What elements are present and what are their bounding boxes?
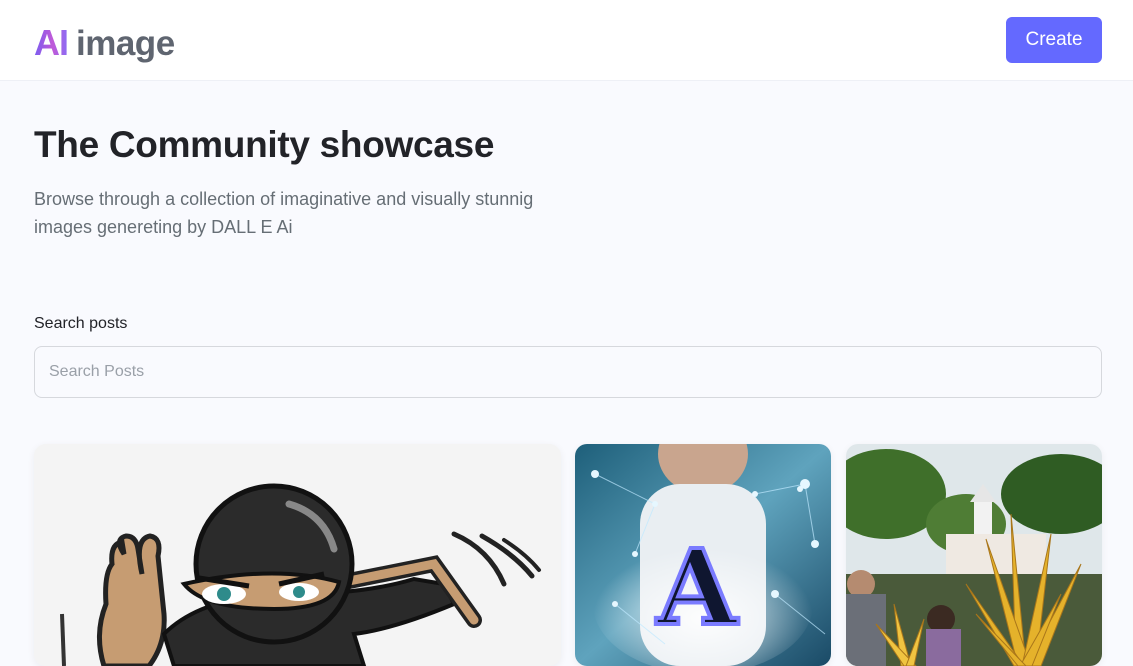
logo-text: image: [76, 24, 175, 63]
page-title: The Community showcase: [34, 124, 495, 165]
ninja-image: [34, 444, 561, 666]
app-logo[interactable]: AI image: [34, 22, 175, 64]
post-card-park[interactable]: [846, 444, 1102, 666]
glowing-letter: A: [656, 526, 739, 649]
logo-mark: AI: [34, 22, 69, 63]
create-button[interactable]: Create: [1006, 17, 1102, 63]
top-navbar: AI image Create: [0, 0, 1133, 81]
description-line-2: images genereting by DALL E Ai: [34, 217, 293, 237]
post-card-letter-a[interactable]: A: [575, 444, 831, 666]
search-label: Search posts: [34, 315, 128, 332]
page-description: Browse through a collection of imaginati…: [34, 185, 634, 241]
description-line-1: Browse through a collection of imaginati…: [34, 189, 534, 209]
post-card-ninja[interactable]: [34, 444, 561, 666]
search-input[interactable]: [34, 346, 1102, 398]
park-image: [846, 444, 1102, 666]
letter-a-image: A: [575, 444, 831, 666]
